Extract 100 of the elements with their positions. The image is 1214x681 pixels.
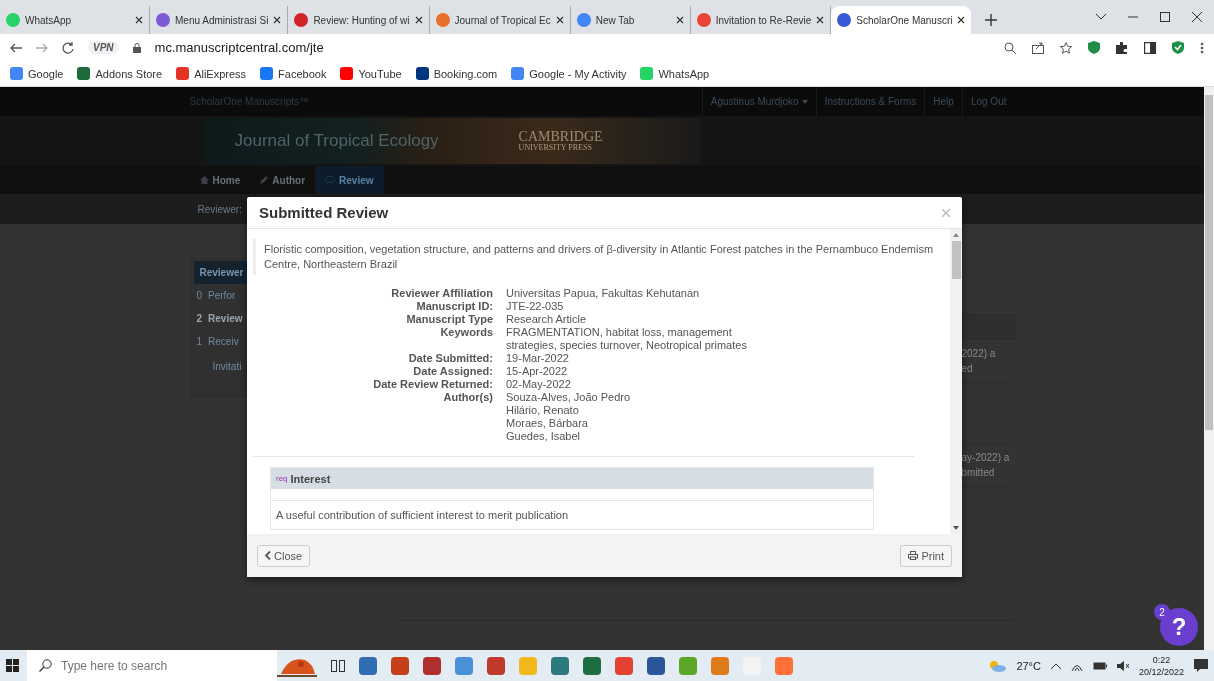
vpn-badge[interactable]: VPN — [88, 41, 119, 54]
clock[interactable]: 0:22 20/12/2022 — [1138, 653, 1184, 678]
bookmark[interactable]: Addons Store — [77, 67, 163, 80]
bookmark-label: Google - My Activity — [529, 67, 627, 80]
shield-check-icon[interactable] — [1172, 41, 1184, 54]
shield-icon[interactable] — [1088, 41, 1100, 54]
star-icon[interactable] — [1060, 41, 1072, 54]
bookmark[interactable]: YouTube — [340, 67, 402, 80]
app-icon[interactable] — [551, 656, 569, 675]
app-icon[interactable] — [615, 656, 633, 675]
battery-icon[interactable] — [1092, 661, 1107, 670]
plus-icon[interactable] — [985, 14, 998, 26]
nav-tab[interactable]: Review — [315, 166, 384, 194]
detail-value: Moraes, Bárbara — [506, 417, 589, 430]
bookmark-label: Booking.com — [433, 67, 498, 80]
notification-icon[interactable] — [1194, 659, 1208, 672]
chevron-left-icon — [265, 551, 271, 560]
chevron-up-icon[interactable] — [1050, 662, 1061, 669]
browser-tab[interactable]: ScholarOne Manuscri — [831, 6, 972, 34]
scrollbar-thumb[interactable] — [951, 241, 961, 279]
nav-tab[interactable]: Author — [250, 166, 316, 194]
scrollbar[interactable] — [950, 229, 962, 534]
bookmark-label: Facebook — [278, 67, 327, 80]
close-icon[interactable] — [135, 16, 143, 24]
reload-icon[interactable] — [62, 41, 74, 54]
windows-icon[interactable] — [6, 659, 19, 672]
close-icon[interactable] — [816, 16, 825, 24]
page-scrollbar[interactable] — [1204, 87, 1214, 650]
app-icon[interactable] — [647, 656, 665, 675]
detail-value: 02-May-2022 — [506, 378, 572, 391]
notification-badge: 2 — [1154, 604, 1170, 620]
panel-link[interactable]: Invitati — [190, 353, 247, 372]
app-icon[interactable] — [487, 656, 505, 675]
detail-value: 15-Apr-2022 — [506, 365, 569, 378]
detail-label: Reviewer Affiliation — [390, 287, 493, 300]
share-icon[interactable] — [1032, 41, 1044, 54]
bookmark-label: AliExpress — [194, 67, 247, 80]
taskbar-search-field[interactable]: Type here to search — [27, 650, 277, 681]
bookmark[interactable]: Google - My Activity — [511, 67, 627, 80]
chevron-down-icon[interactable] — [1096, 14, 1106, 20]
panel-title: Reviewer — [193, 261, 247, 284]
kebab-menu-icon[interactable] — [1200, 41, 1204, 54]
bookmark[interactable]: Google — [10, 67, 64, 80]
journal-title: Journal of Tropical Ecology — [234, 131, 439, 151]
panel-item[interactable]: 2 Review — [190, 307, 247, 330]
scroll-up-icon — [953, 233, 959, 237]
detail-value: Research Article — [506, 313, 588, 326]
breadcrumb-text: Reviewer: — [196, 203, 242, 215]
bookmark-label: Google — [28, 67, 64, 80]
detail-label: Date Review Returned: — [372, 378, 493, 391]
weather-text[interactable]: 27°C — [1016, 659, 1041, 672]
app-icon[interactable] — [423, 656, 441, 675]
maximize-icon[interactable] — [1160, 12, 1170, 22]
section-header: req Interest — [271, 468, 873, 489]
app-icon[interactable] — [391, 656, 409, 675]
printer-icon — [908, 551, 919, 560]
detail-value: JTE-22-035 — [506, 300, 565, 313]
panel-item[interactable]: 0 Perfor — [190, 284, 247, 307]
close-icon[interactable] — [273, 16, 282, 24]
zoom-icon[interactable] — [1004, 41, 1016, 54]
app-icon[interactable] — [583, 656, 601, 675]
close-icon[interactable] — [675, 16, 684, 24]
sidebar-icon[interactable] — [1144, 41, 1156, 54]
bookmark-label: YouTube — [358, 67, 402, 80]
puzzle-icon[interactable] — [1116, 41, 1128, 54]
detail-value: Universitas Papua, Fakultas Kehutanan — [506, 287, 701, 300]
caret-icon — [801, 99, 808, 104]
detail-value: FRAGMENTATION, habitat loss, management strategies, species turnover, Neotropical primates — [506, 326, 748, 352]
close-button[interactable]: Close — [257, 544, 311, 567]
app-icon[interactable] — [455, 656, 473, 675]
bookmark[interactable]: AliExpress — [176, 67, 247, 80]
detail-value: Guedes, Isabel — [506, 430, 581, 443]
close-icon[interactable] — [555, 16, 564, 24]
search-icon — [39, 659, 52, 672]
detail-value: Souza-Alves, João Pedro — [506, 391, 632, 404]
panel-item[interactable]: 1 Receiv — [190, 330, 247, 353]
speaker-icon[interactable] — [1116, 660, 1129, 671]
detail-label: Manuscript ID: — [415, 300, 493, 313]
table-header — [961, 314, 1015, 340]
answer-text: A useful contribution of sufficient interest to merit publication — [275, 508, 570, 523]
close-icon[interactable] — [957, 16, 966, 24]
detail-label: Keywords — [439, 326, 493, 340]
close-icon[interactable] — [414, 16, 423, 24]
bookmark[interactable]: Booking.com — [415, 67, 498, 80]
detail-label: Date Assigned: — [412, 365, 493, 378]
close-icon[interactable] — [1192, 12, 1202, 22]
back-arrow-icon[interactable] — [10, 42, 22, 53]
detail-label: Manuscript Type — [405, 313, 493, 326]
print-button[interactable]: Print — [900, 544, 952, 567]
bookmark[interactable]: WhatsApp — [640, 67, 710, 80]
task-view-icon[interactable] — [331, 659, 345, 672]
dialog-title: Submitted Review — [259, 204, 389, 221]
nav-tab[interactable]: Home — [189, 166, 251, 194]
bookmark[interactable]: Facebook — [260, 67, 327, 80]
url-text[interactable]: mc.manuscriptcentral.com/jte — [154, 40, 324, 55]
app-icon[interactable] — [359, 656, 377, 675]
pencil-icon — [260, 176, 269, 184]
scrollbar-thumb[interactable] — [1205, 95, 1213, 430]
bookmark-label: WhatsApp — [658, 67, 710, 80]
detail-value: Hilário, Renato — [506, 404, 580, 417]
